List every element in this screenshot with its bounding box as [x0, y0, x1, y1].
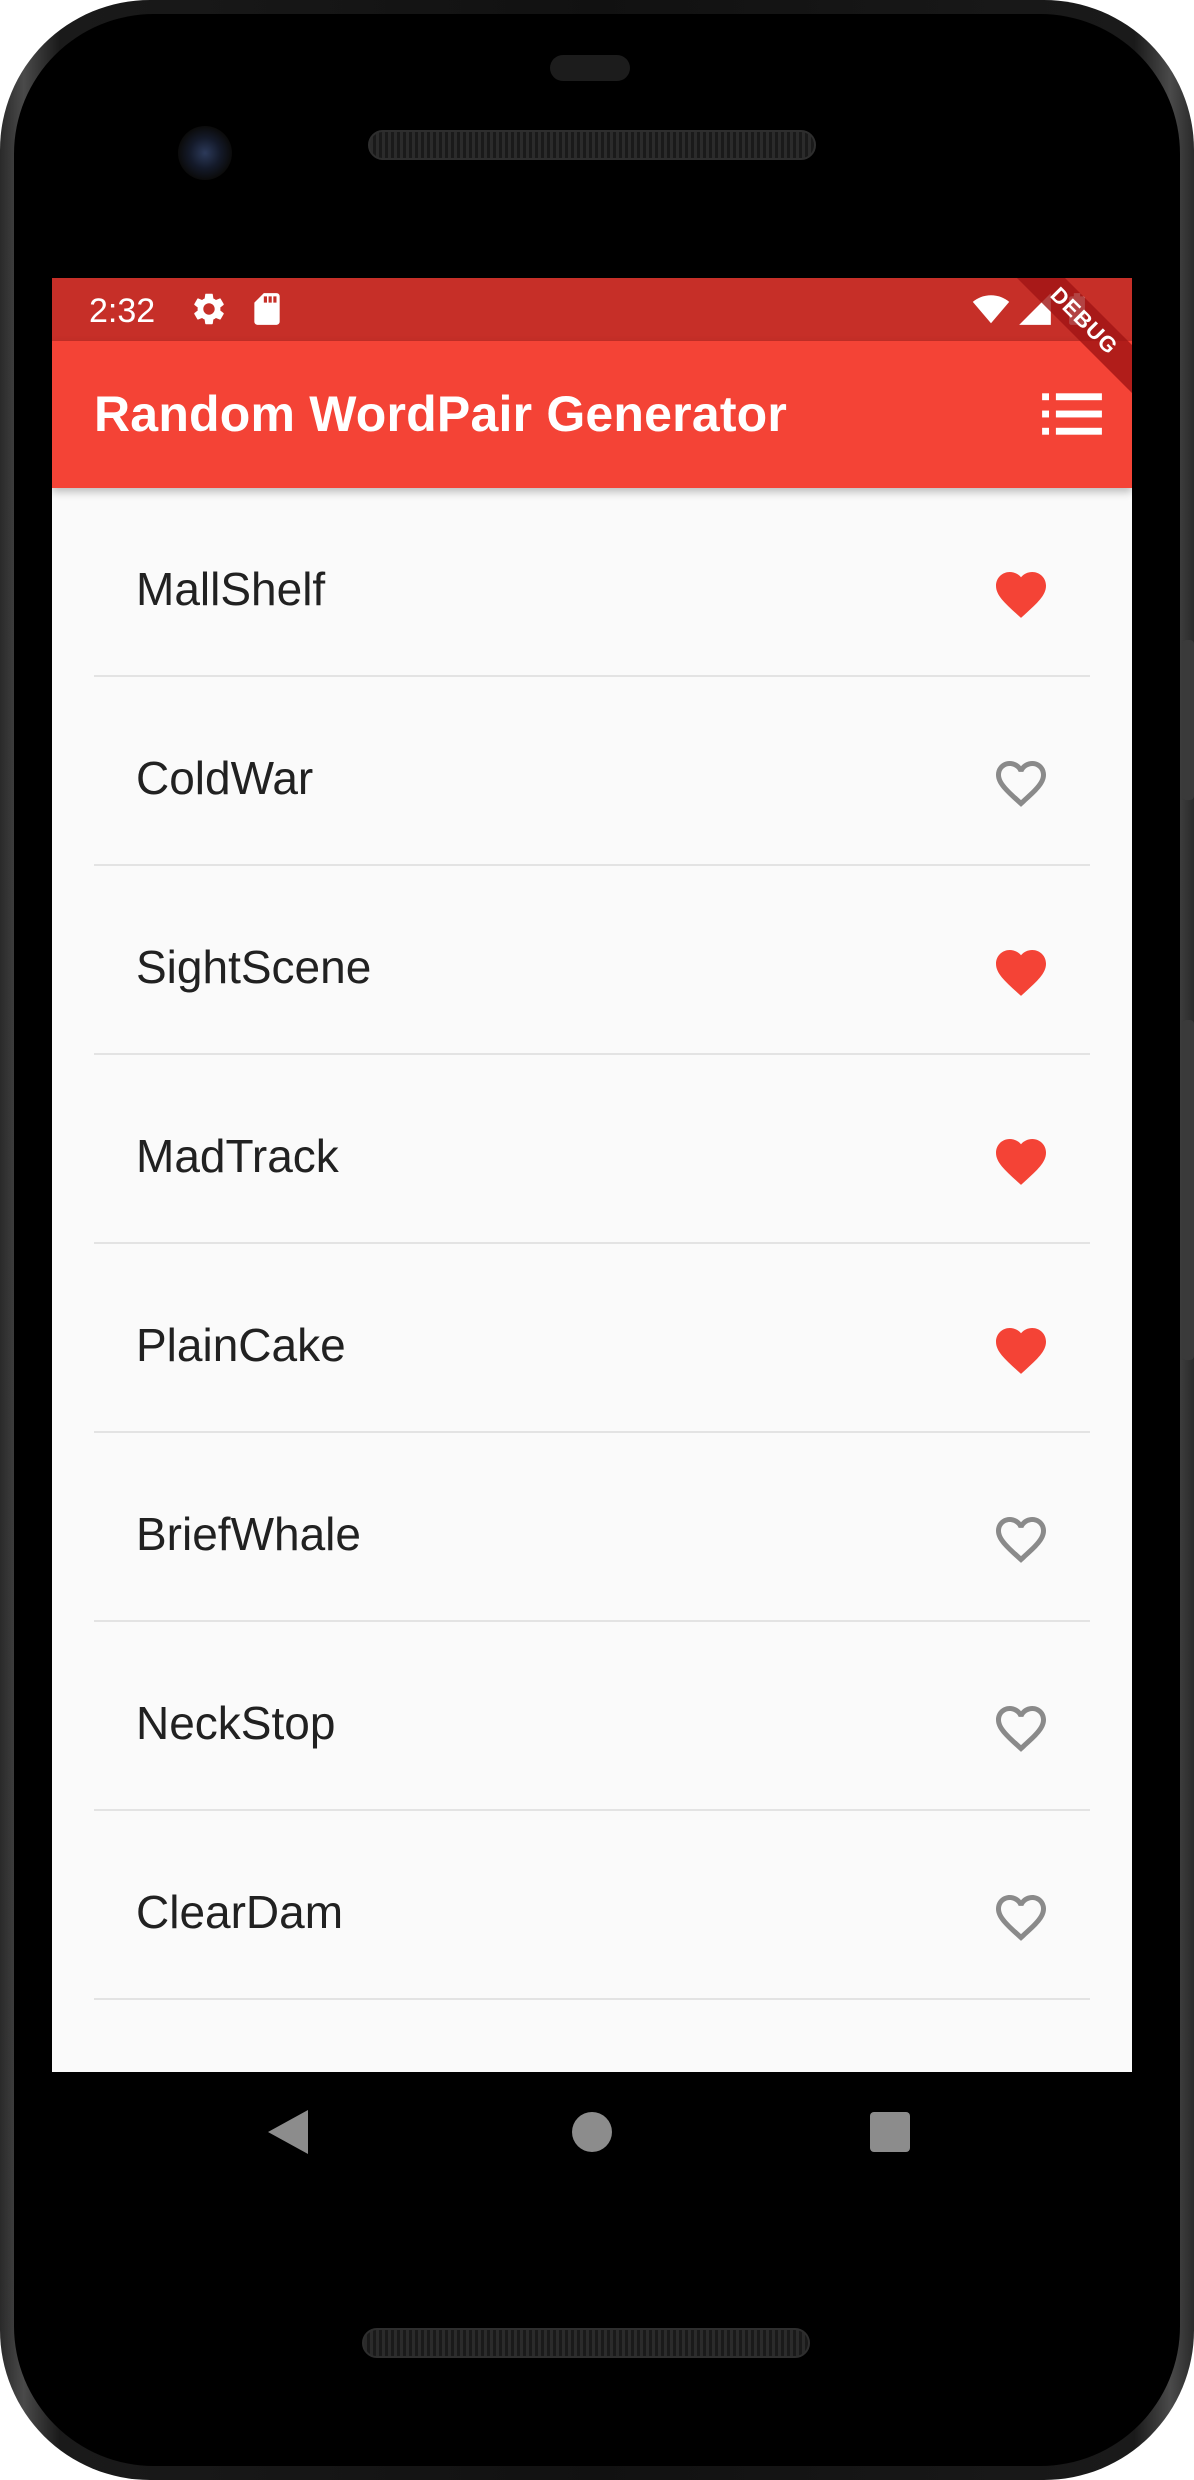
recents-icon[interactable] [870, 2112, 910, 2152]
sd-card-icon [254, 293, 280, 325]
status-bar: 2:32 [52, 278, 1132, 341]
list-item[interactable]: MadTrack [94, 1055, 1090, 1244]
proximity-sensor [550, 55, 630, 81]
list-icon[interactable] [1042, 391, 1102, 437]
word-pair-text: NeckStop [136, 1697, 336, 1749]
list-item[interactable]: ClearDam [94, 1811, 1090, 2000]
front-camera [178, 126, 232, 180]
bottom-speaker [362, 2328, 810, 2358]
word-pair-text: PlainCake [136, 1319, 346, 1371]
app-bar: Random WordPair Generator [52, 341, 1132, 488]
heart-filled-icon[interactable] [991, 1320, 1051, 1376]
wifi-icon [972, 295, 1010, 324]
word-pair-text: MadTrack [136, 1130, 339, 1182]
list-item[interactable]: PlainCake [94, 1244, 1090, 1433]
heart-outline-icon[interactable] [991, 1698, 1051, 1754]
heart-filled-icon[interactable] [991, 564, 1051, 620]
heart-outline-icon[interactable] [991, 753, 1051, 809]
heart-filled-icon[interactable] [991, 1131, 1051, 1187]
phone-frame: 2:32 DEBUG Random WordPair Generator Mal… [0, 0, 1194, 2480]
system-nav-bar [0, 2072, 1194, 2202]
home-icon[interactable] [572, 2112, 612, 2152]
heart-outline-icon[interactable] [991, 1509, 1051, 1565]
word-pair-text: SightScene [136, 941, 372, 993]
list-item[interactable]: NeckStop [94, 1622, 1090, 1811]
power-button [1182, 640, 1194, 800]
back-icon[interactable] [268, 2110, 308, 2154]
volume-button [1182, 1020, 1194, 1360]
word-pair-text: BriefWhale [136, 1508, 361, 1560]
word-pair-text: ColdWar [136, 752, 314, 804]
word-pair-text: MallShelf [136, 563, 326, 615]
top-speaker [368, 130, 816, 160]
app-title: Random WordPair Generator [94, 386, 788, 442]
heart-outline-icon[interactable] [991, 1887, 1051, 1943]
list-item[interactable]: ColdWar [94, 677, 1090, 866]
status-time: 2:32 [89, 292, 156, 330]
word-pair-list: MallShelf ColdWar SightScene MadTrack Pl… [52, 488, 1132, 2000]
list-item[interactable]: SightScene [94, 866, 1090, 1055]
list-item[interactable]: BriefWhale [94, 1433, 1090, 1622]
settings-icon [194, 293, 224, 325]
screen: 2:32 DEBUG Random WordPair Generator Mal… [52, 278, 1132, 2072]
list-item[interactable]: MallShelf [94, 488, 1090, 677]
word-pair-text: ClearDam [136, 1886, 344, 1938]
heart-filled-icon[interactable] [991, 942, 1051, 998]
